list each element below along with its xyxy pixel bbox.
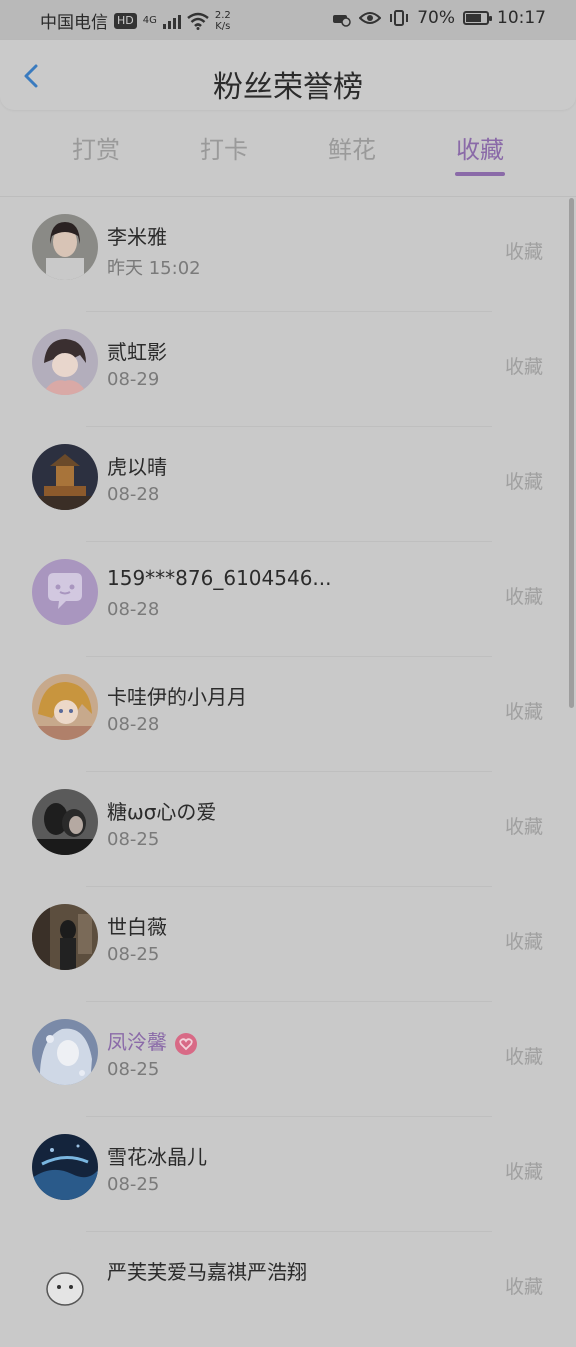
avatar[interactable] — [32, 1249, 98, 1315]
clock: 10:17 — [497, 8, 546, 28]
fan-name: 卡哇伊的小月月 — [107, 685, 247, 709]
collect-label: 收藏 — [504, 356, 543, 378]
fan-name: 贰虹影 — [107, 340, 167, 364]
speed-value: 2.2 — [214, 9, 231, 21]
fan-name: 严芙芙爱马嘉祺严浩翔 — [107, 1260, 307, 1284]
list-item[interactable]: 凤泠馨 08-25 收藏 — [0, 1002, 576, 1117]
signal-icon — [162, 13, 181, 29]
eye-icon — [359, 12, 382, 24]
list-item[interactable]: 贰虹影 08-29 收藏 — [0, 312, 576, 427]
wifi-icon — [187, 12, 209, 30]
fan-time: 昨天 15:02 — [107, 258, 201, 279]
fan-time: 08-28 — [107, 599, 160, 620]
list-item[interactable]: 雪花冰晶儿 08-25 收藏 — [0, 1117, 576, 1232]
list-item[interactable]: 卡哇伊的小月月 08-28 收藏 — [0, 657, 576, 772]
fan-name: 雪花冰晶儿 — [107, 1145, 207, 1169]
list-item[interactable]: 严芙芙爱马嘉祺严浩翔 收藏 — [0, 1232, 576, 1347]
avatar[interactable] — [32, 214, 98, 280]
avatar[interactable] — [32, 674, 98, 740]
fan-name-text: 凤泠馨 — [107, 1030, 167, 1054]
avatar[interactable] — [32, 904, 98, 970]
list-item[interactable]: 虎以晴 08-28 收藏 — [0, 427, 576, 542]
car-mode-icon — [333, 15, 351, 27]
fan-time: 08-25 — [107, 829, 160, 850]
network-speed: 2.2 K/s — [215, 10, 231, 32]
fan-time: 08-29 — [107, 369, 160, 390]
list-item[interactable]: 159***876_6104546... 08-28 收藏 — [0, 542, 576, 657]
list-item[interactable]: 世白薇 08-25 收藏 — [0, 887, 576, 1002]
fan-time: 08-25 — [107, 944, 160, 965]
tab-checkin[interactable]: 打卡 — [200, 130, 248, 165]
avatar[interactable] — [32, 1019, 98, 1085]
tab-flowers[interactable]: 鲜花 — [328, 130, 376, 165]
active-tab-indicator — [455, 172, 505, 176]
collect-label: 收藏 — [504, 1161, 543, 1183]
collect-label: 收藏 — [504, 1046, 543, 1068]
collect-label: 收藏 — [504, 1276, 543, 1298]
chat-bubble-icon — [48, 573, 82, 609]
fan-time: 08-25 — [107, 1059, 160, 1080]
avatar[interactable] — [32, 1134, 98, 1200]
carrier-label: 中国电信 — [40, 13, 108, 33]
avatar[interactable] — [32, 559, 98, 625]
status-bar: 中国电信 HD 4G 2.2 K/s 70% 10:17 — [0, 0, 576, 40]
page-title: 粉丝荣誉榜 — [213, 70, 363, 105]
collect-label: 收藏 — [504, 931, 543, 953]
battery-icon — [463, 11, 492, 25]
avatar[interactable] — [32, 789, 98, 855]
fan-name: 李米雅 — [107, 225, 167, 249]
hd-badge: HD — [114, 12, 137, 29]
vibrate-icon — [390, 10, 409, 26]
collect-label: 收藏 — [504, 701, 543, 723]
avatar[interactable] — [32, 444, 98, 510]
collect-label: 收藏 — [504, 586, 543, 608]
status-right: 70% 10:17 — [331, 8, 546, 28]
avatar[interactable] — [32, 329, 98, 395]
network-type: 4G — [142, 15, 157, 26]
fan-time: 08-25 — [107, 1174, 160, 1195]
scrollbar[interactable] — [569, 198, 574, 708]
speed-unit: K/s — [215, 20, 231, 32]
collect-label: 收藏 — [504, 241, 543, 263]
fan-time: 08-28 — [107, 714, 160, 735]
collect-label: 收藏 — [504, 816, 543, 838]
heart-badge-icon — [175, 1032, 197, 1055]
fan-name: 159***876_6104546... — [107, 566, 332, 590]
tab-collect[interactable]: 收藏 — [456, 130, 504, 165]
battery-percent: 70% — [417, 8, 455, 28]
fan-name: 世白薇 — [107, 915, 167, 939]
list-item[interactable]: 李米雅 昨天 15:02 收藏 — [0, 197, 576, 312]
fan-name: 糖ωσ心の爱 — [107, 800, 217, 824]
list-item[interactable]: 糖ωσ心の爱 08-25 收藏 — [0, 772, 576, 887]
fan-name: 虎以晴 — [107, 455, 167, 479]
fan-name-vip: 凤泠馨 — [107, 1026, 197, 1055]
tab-bar: 打赏 打卡 鲜花 收藏 — [0, 118, 576, 188]
app-header: 粉丝荣誉榜 — [0, 40, 576, 110]
collect-label: 收藏 — [504, 471, 543, 493]
tab-reward[interactable]: 打赏 — [72, 130, 120, 165]
fan-time: 08-28 — [107, 484, 160, 505]
status-left: 中国电信 HD 4G 2.2 K/s — [40, 8, 231, 34]
